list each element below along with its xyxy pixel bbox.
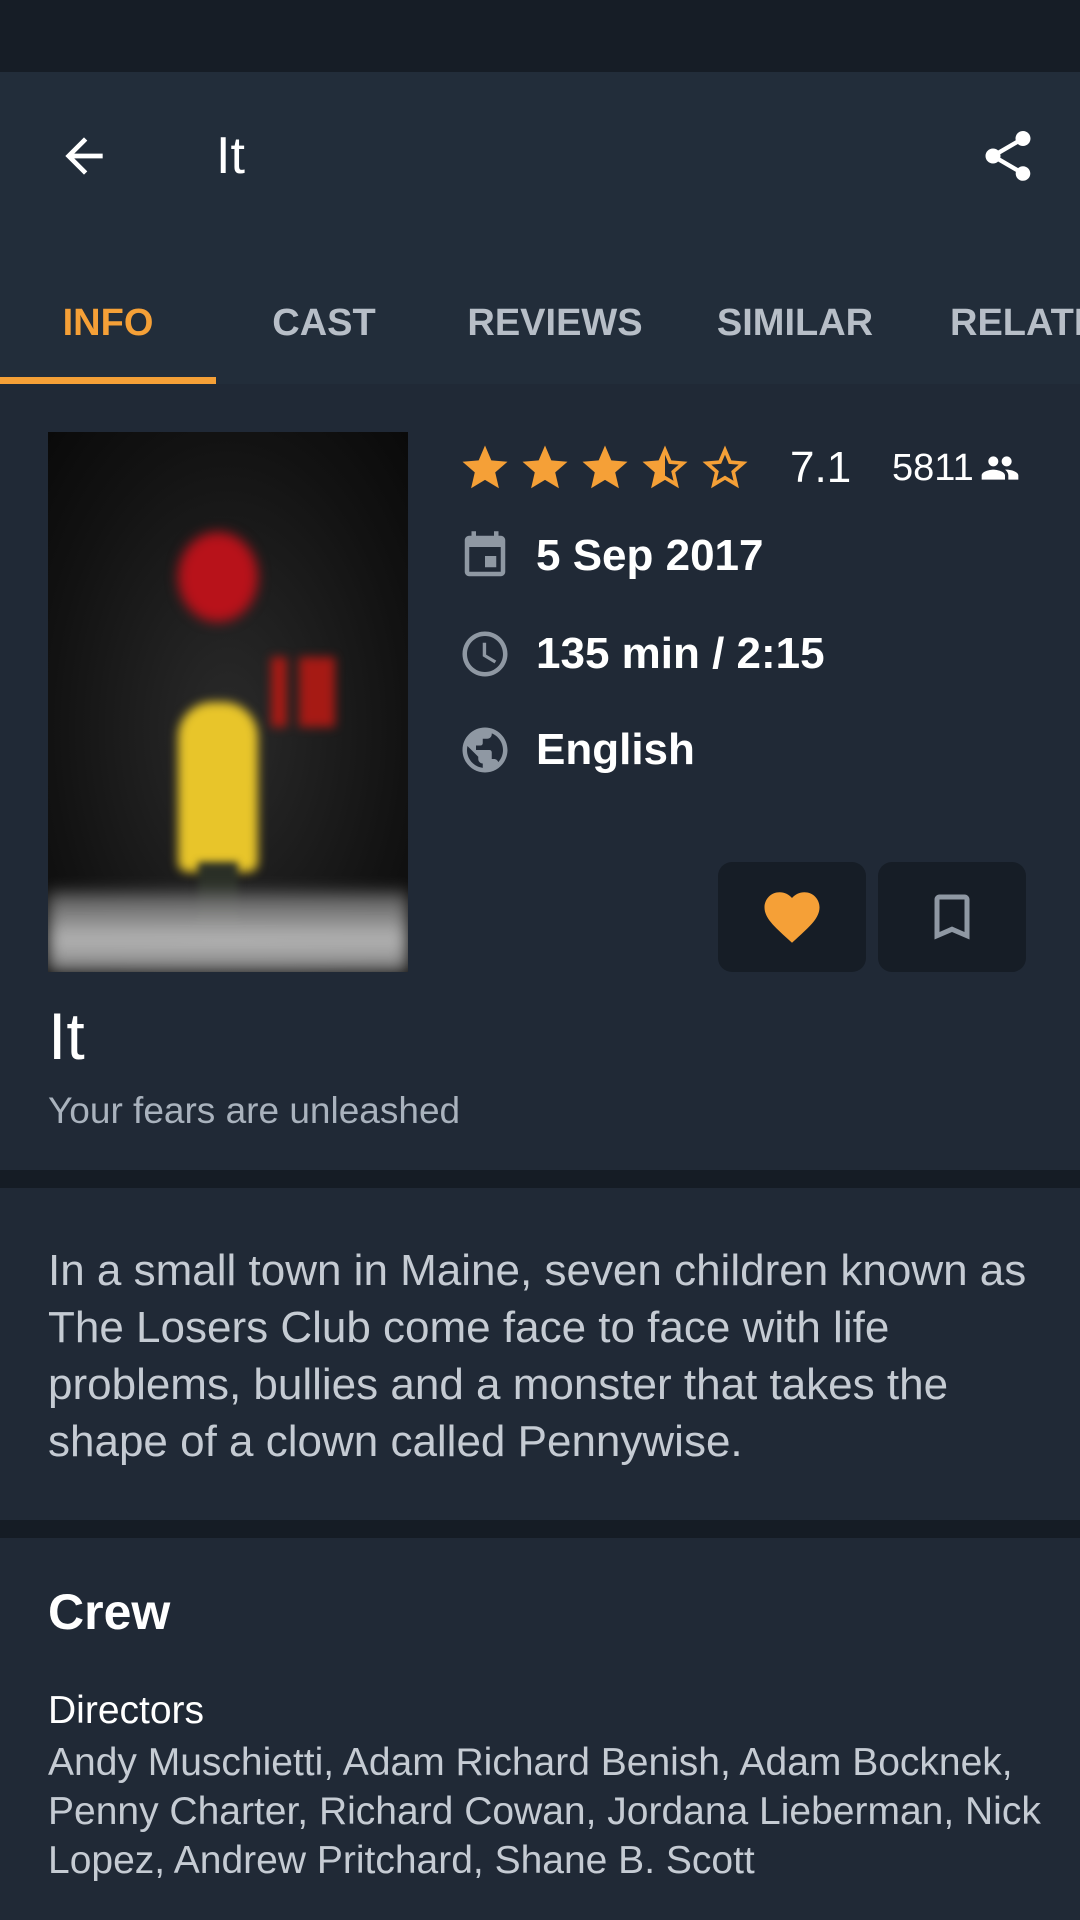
movie-title: It xyxy=(48,999,85,1073)
tab-reviews[interactable]: REVIEWS xyxy=(432,262,678,384)
release-date-row: 5 Sep 2017 xyxy=(458,526,764,586)
tab-info[interactable]: INFO xyxy=(0,262,216,384)
crew-heading: Crew xyxy=(48,1584,171,1640)
star-full-icon xyxy=(462,445,508,489)
share-button[interactable] xyxy=(964,112,1052,200)
language: English xyxy=(536,725,695,774)
star-full-icon xyxy=(522,445,568,489)
tab-bar: INFO CAST REVIEWS SIMILAR RELATI xyxy=(0,262,1080,384)
rating-stars xyxy=(458,438,758,498)
app-bar-title: It xyxy=(216,127,245,185)
poster-figure xyxy=(178,702,258,872)
movie-poster[interactable] xyxy=(48,432,408,972)
section-divider xyxy=(0,1170,1080,1188)
app-bar: It INFO CAST REVIEWS SIMILAR RELATI xyxy=(0,72,1080,384)
crew-role-label: Directors xyxy=(48,1689,205,1732)
people-icon xyxy=(981,456,1019,480)
overview-card: In a small town in Maine, seven children… xyxy=(0,1188,1080,1520)
vote-count-text: 5811 xyxy=(892,447,974,489)
poster-ground xyxy=(48,892,408,972)
arrow-back-icon xyxy=(65,137,103,175)
bookmark-icon xyxy=(934,894,970,940)
globe-icon xyxy=(458,723,512,777)
runtime-row: 135 min / 2:15 xyxy=(458,624,825,684)
crew-names[interactable]: Andy Muschietti, Adam Richard Benish, Ad… xyxy=(48,1738,1048,1885)
poster-title-art xyxy=(263,657,343,727)
star-outline-icon xyxy=(702,445,748,489)
heart-icon xyxy=(764,892,820,943)
calendar-icon xyxy=(458,529,512,583)
clock-icon xyxy=(458,627,512,681)
tab-related[interactable]: RELATI xyxy=(950,262,1080,384)
release-date: 5 Sep 2017 xyxy=(536,531,764,580)
status-bar xyxy=(0,0,1080,72)
tab-cast[interactable]: CAST xyxy=(216,262,432,384)
movie-tagline: Your fears are unleashed xyxy=(48,1090,461,1131)
section-divider xyxy=(0,1520,1080,1538)
favorite-button[interactable] xyxy=(718,862,866,972)
star-full-icon xyxy=(582,445,628,489)
back-button[interactable] xyxy=(40,112,128,200)
language-row: English xyxy=(458,720,695,780)
vote-count: 5811 xyxy=(892,440,1020,496)
tab-similar[interactable]: SIMILAR xyxy=(690,262,900,384)
rating-value: 7.1 xyxy=(790,443,852,492)
movie-info-card: 7.1 5811 5 Sep 2017 135 min / 2:15 Engli… xyxy=(0,384,1080,1170)
watchlist-button[interactable] xyxy=(878,862,1026,972)
overview-text: In a small town in Maine, seven children… xyxy=(48,1246,1027,1466)
crew-card: Crew Directors Andy Muschietti, Adam Ric… xyxy=(0,1538,1080,1920)
star-half-icon xyxy=(642,445,688,489)
poster-balloon xyxy=(178,532,258,622)
tab-indicator xyxy=(0,377,216,384)
runtime: 135 min / 2:15 xyxy=(536,629,825,678)
share-icon xyxy=(985,131,1031,181)
